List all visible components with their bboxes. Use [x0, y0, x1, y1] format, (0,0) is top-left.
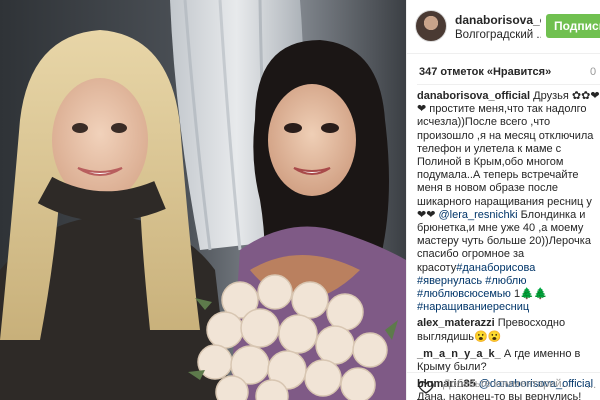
follow-button[interactable]: Подписка — [546, 14, 600, 38]
hashtag-link[interactable]: #наращиваниересниц — [417, 301, 529, 313]
comment-username[interactable]: alex_materazzi — [417, 317, 495, 329]
hashtag-link[interactable]: #явернулась — [417, 275, 482, 287]
location-link[interactable]: Волгоградский ... — [455, 29, 541, 41]
avatar[interactable] — [415, 10, 447, 42]
heart-icon[interactable] — [418, 379, 434, 395]
likes-right-text: 0 — [590, 66, 597, 78]
comment-item: alex_materazzi Превосходно выглядишь😮😮 — [417, 317, 600, 343]
comment-bar: Добавьте комментарий... ... — [407, 372, 600, 400]
caption-text: Друзья ✿✿❤❤ простите меня,что так надолг… — [417, 90, 600, 221]
hashtag-link[interactable]: #данаборисова — [456, 262, 535, 274]
comments-list: danaborisova_official Друзья ✿✿❤❤ прости… — [417, 90, 600, 400]
comment-item: _m_a_n_y_a_k_ А где именно в Крыму были? — [417, 348, 600, 374]
caption-username[interactable]: danaborisova_official — [417, 90, 530, 102]
post-header: danaborisova_o... Волгоградский ... Подп… — [407, 0, 600, 54]
likes-count[interactable]: 347 отметок «Нравится» — [419, 66, 551, 78]
username-link[interactable]: danaborisova_o... — [455, 13, 541, 27]
caption-text-3: 1🌲🌲 — [510, 288, 548, 301]
hashtag-link[interactable]: #люблювсюсемью — [417, 288, 511, 300]
post-sidebar: danaborisova_o... Волгоградский ... Подп… — [406, 0, 600, 400]
caption-mention[interactable]: @lera_resnichki — [439, 209, 518, 221]
post-photo[interactable] — [0, 0, 406, 400]
photo-illustration — [0, 0, 406, 400]
comment-input[interactable]: Добавьте комментарий... — [443, 378, 571, 390]
divider — [417, 84, 600, 85]
caption: danaborisova_official Друзья ✿✿❤❤ прости… — [417, 90, 600, 314]
comment-username[interactable]: _m_a_n_y_a_k_ — [417, 348, 501, 360]
more-icon[interactable]: ... — [587, 379, 596, 391]
hashtag-link[interactable]: #люблю — [485, 275, 526, 287]
